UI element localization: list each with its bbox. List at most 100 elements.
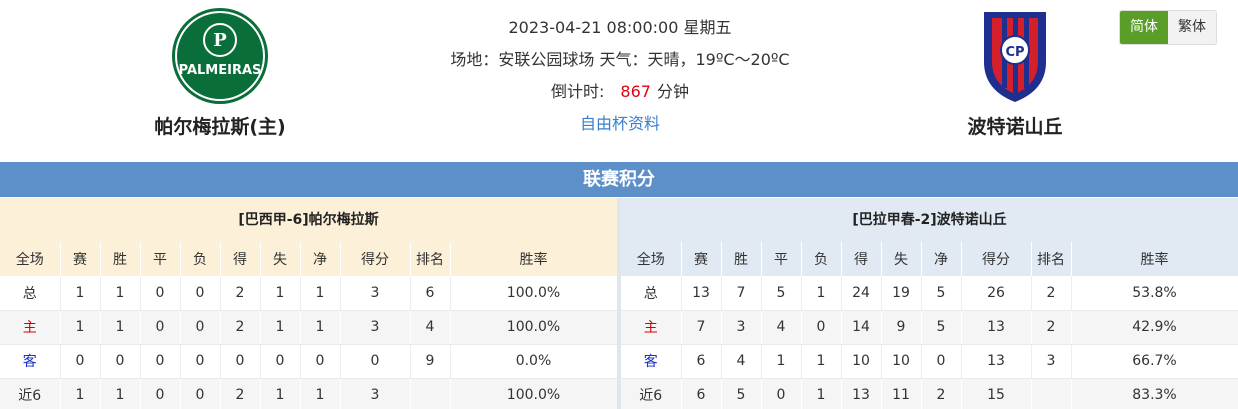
column-header: 胜率 (1071, 242, 1238, 276)
svg-text:PALMEIRAS: PALMEIRAS (179, 63, 262, 78)
column-header: 全场 (621, 242, 682, 276)
table-cell: 0 (140, 276, 181, 311)
table-row: 总 13 7 5 1 24 19 5 26 2 53.8% (621, 276, 1238, 311)
table-cell: 1 (100, 276, 141, 311)
table-cell: 2 (220, 378, 261, 409)
table-cell: 4 (410, 310, 451, 345)
palmeiras-crest-icon: P PALMEIRAS (172, 8, 268, 104)
table-cell: 5 (921, 310, 962, 345)
countdown-value: 867 (620, 82, 651, 101)
column-header: 全场 (0, 242, 61, 276)
table-cell: 24 (841, 276, 882, 311)
home-team: P PALMEIRAS 帕尔梅拉斯(主) (120, 0, 320, 139)
row-label: 总 (0, 276, 61, 311)
column-header: 得 (220, 242, 261, 276)
svg-text:CP: CP (1005, 45, 1024, 60)
table-cell: 0 (220, 344, 261, 379)
table-cell: 5 (761, 276, 802, 311)
column-header: 赛 (681, 242, 722, 276)
table-cell (1031, 378, 1072, 409)
column-header: 得分 (340, 242, 411, 276)
table-row: 总 1 1 0 0 2 1 1 3 6 100.0% (0, 276, 618, 311)
table-cell: 10 (841, 344, 882, 379)
standings-title: 联赛积分 (0, 162, 1238, 197)
table-cell: 5 (921, 276, 962, 311)
lang-simplified-button[interactable]: 简体 (1120, 11, 1168, 44)
table-cell: 0 (140, 378, 181, 409)
column-header: 胜率 (450, 242, 618, 276)
table-header-row: 全场赛胜平负得失净得分 排名 胜率 (621, 242, 1238, 276)
table-cell: 6 (681, 378, 722, 409)
column-header: 负 (801, 242, 842, 276)
match-venue-weather: 场地：安联公园球场 天气：天晴，19ºC～20ºC (450, 50, 790, 69)
row-label: 主 (621, 310, 682, 345)
column-header: 得 (841, 242, 882, 276)
table-cell: 15 (961, 378, 1032, 409)
table-row: 近6 1 1 0 0 2 1 1 3 100.0% (0, 378, 618, 409)
table-cell: 0 (801, 310, 842, 345)
table-cell: 1 (60, 378, 101, 409)
column-header: 失 (260, 242, 301, 276)
table-cell: 6 (681, 344, 722, 379)
table-cell: 1 (761, 344, 802, 379)
away-team-name: 波特诺山丘 (967, 116, 1063, 138)
column-header: 失 (881, 242, 922, 276)
table-cell: 1 (260, 276, 301, 311)
table-cell: 19 (881, 276, 922, 311)
table-cell: 13 (681, 276, 722, 311)
column-header: 得分 (961, 242, 1032, 276)
table-cell: 1 (100, 310, 141, 345)
table-cell: 9 (881, 310, 922, 345)
column-header: 平 (140, 242, 181, 276)
table-cell: 2 (220, 310, 261, 345)
table-cell: 3 (340, 378, 411, 409)
table-cell: 53.8% (1071, 276, 1238, 311)
table-cell: 0 (300, 344, 341, 379)
table-cell: 1 (100, 378, 141, 409)
lang-traditional-button[interactable]: 繁体 (1168, 11, 1216, 44)
column-header: 排名 (410, 242, 451, 276)
table-row: 近6 6 5 0 1 13 11 2 15 83.3% (621, 378, 1238, 409)
table-cell: 0.0% (450, 344, 618, 379)
table-cell: 2 (1031, 310, 1072, 345)
table-cell: 14 (841, 310, 882, 345)
home-standings-header: [巴西甲-6]帕尔梅拉斯 (0, 198, 617, 242)
table-cell: 10 (881, 344, 922, 379)
table-row: 客 6 4 1 1 10 10 0 13 3 66.7% (621, 344, 1238, 379)
table-cell: 3 (340, 276, 411, 311)
table-cell: 6 (410, 276, 451, 311)
home-team-name: 帕尔梅拉斯(主) (154, 116, 286, 138)
table-cell: 100.0% (450, 378, 618, 409)
row-label: 近6 (0, 378, 61, 409)
table-cell: 1 (801, 276, 842, 311)
away-standings-header: [巴拉甲春-2]波特诺山丘 (621, 198, 1238, 242)
column-header: 平 (761, 242, 802, 276)
table-cell: 1 (801, 344, 842, 379)
table-cell: 7 (681, 310, 722, 345)
table-cell: 42.9% (1071, 310, 1238, 345)
table-cell: 0 (60, 344, 101, 379)
table-header-row: 全场赛胜平负得失净得分 排名 胜率 (0, 242, 618, 276)
column-header: 赛 (60, 242, 101, 276)
table-cell: 1 (300, 276, 341, 311)
column-header: 负 (180, 242, 221, 276)
row-label: 主 (0, 310, 61, 345)
row-label: 客 (0, 344, 61, 379)
table-cell: 13 (841, 378, 882, 409)
row-label: 总 (621, 276, 682, 311)
table-cell: 2 (1031, 276, 1072, 311)
table-cell: 2 (220, 276, 261, 311)
column-header: 胜 (100, 242, 141, 276)
row-label: 客 (621, 344, 682, 379)
table-cell: 2 (921, 378, 962, 409)
table-cell: 3 (721, 310, 762, 345)
countdown-unit: 分钟 (656, 82, 689, 101)
table-cell: 3 (1031, 344, 1072, 379)
table-cell: 26 (961, 276, 1032, 311)
table-cell: 1 (300, 378, 341, 409)
language-switch: 简体 繁体 (1119, 10, 1217, 45)
home-standings-panel: [巴西甲-6]帕尔梅拉斯 全场赛胜平负得失净得分 排名 胜率 总1100211361… (0, 198, 618, 409)
column-header: 净 (921, 242, 962, 276)
cup-info-link[interactable]: 自由杯资料 (400, 108, 840, 140)
table-cell (410, 378, 451, 409)
